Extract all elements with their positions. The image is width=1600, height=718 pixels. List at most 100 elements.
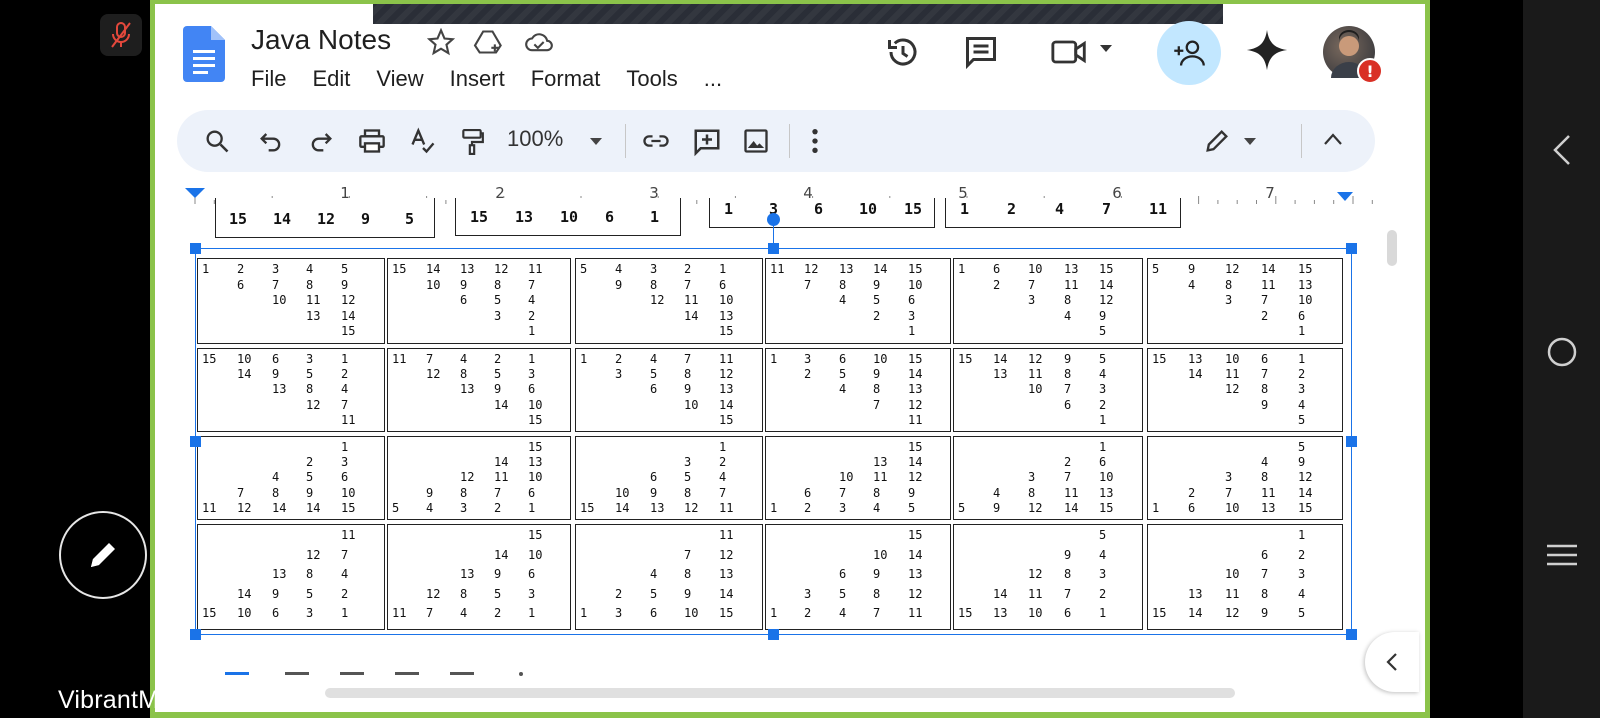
resize-handle-left[interactable] (190, 436, 201, 447)
cell-number: 15 (1099, 262, 1114, 276)
resize-handle-top-right[interactable] (1346, 243, 1357, 254)
menu-insert[interactable]: Insert (450, 66, 505, 92)
editing-mode-pencil-icon[interactable] (1203, 127, 1231, 155)
recents-button[interactable] (1523, 543, 1600, 567)
number-triangle-cell: 5 4 3 2 1 9 8 7 6 12 11 10 14 13 15 (575, 258, 763, 344)
cell-number: 11 (392, 352, 407, 366)
cell-number: 2 (804, 501, 812, 515)
cell-number: 7 (1064, 470, 1072, 484)
menu-format[interactable]: Format (531, 66, 601, 92)
top-fragment-cell: 15 14 12 9 5 (215, 198, 435, 238)
cell-number: 2 (1099, 398, 1107, 412)
cell-number: 4 (650, 352, 658, 366)
cell-number: 8 (1261, 470, 1269, 484)
resize-handle-top-left[interactable] (190, 243, 201, 254)
cell-number: 7 (1102, 200, 1112, 218)
resize-handle-bottom-left[interactable] (190, 629, 201, 640)
cell-number: 6 (460, 293, 468, 307)
cell-number: 9 (908, 486, 916, 500)
menu-lines-icon (1546, 544, 1577, 566)
menu-tools[interactable]: Tools (626, 66, 677, 92)
cell-number: 11 (392, 606, 407, 620)
cell-number: 11 (719, 528, 734, 542)
comments-icon[interactable] (963, 34, 999, 70)
back-button[interactable] (1523, 134, 1600, 166)
cell-number: 8 (306, 382, 314, 396)
rotate-handle[interactable] (767, 213, 780, 226)
cell-number: 1 (1099, 606, 1107, 620)
insert-link-icon[interactable] (641, 127, 671, 155)
user-avatar[interactable]: ! (1323, 26, 1383, 84)
star-icon[interactable] (427, 28, 455, 56)
cell-number: 6 (650, 470, 658, 484)
cell-number: 1 (770, 501, 778, 515)
resize-handle-bottom-right[interactable] (1346, 629, 1357, 640)
back-chevron-icon (1552, 135, 1570, 165)
chevron-down-icon[interactable] (1099, 44, 1113, 54)
number-triangle-cell: 15 13 14 10 11 12 6 7 8 9 1 2 3 4 5 (765, 436, 951, 520)
gemini-sparkle-icon[interactable] (1245, 28, 1289, 72)
cell-number: 4 (341, 567, 349, 581)
document-page[interactable]: 15 14 12 9 5 15 13 10 6 1 1 3 6 10 15 1 2 4 7 11 1234567891… (175, 198, 1395, 712)
cell-number: 15 (229, 210, 248, 228)
cell-number: 15 (1099, 501, 1114, 515)
paint-format-icon[interactable] (459, 127, 485, 157)
cell-number: 2 (615, 352, 623, 366)
cell-number: 7 (494, 486, 502, 500)
more-options-icon[interactable] (809, 127, 821, 155)
docs-logo-icon (183, 26, 225, 82)
horizontal-scrollbar[interactable] (325, 688, 1235, 698)
cell-number: 1 (719, 440, 727, 454)
cell-number: 4 (839, 293, 847, 307)
collapse-menus-chevron-up-icon[interactable] (1323, 132, 1343, 146)
cell-number: 4 (1099, 548, 1107, 562)
cell-number: 10 (528, 548, 543, 562)
add-comment-icon[interactable] (692, 127, 722, 157)
alert-badge-icon: ! (1357, 58, 1383, 84)
insert-image-icon[interactable] (742, 127, 770, 155)
menu-view[interactable]: View (376, 66, 423, 92)
cloud-saved-icon[interactable] (523, 28, 555, 56)
resize-handle-right[interactable] (1346, 436, 1357, 447)
cell-number: 2 (494, 606, 502, 620)
zoom-select[interactable]: 100% (507, 126, 563, 152)
cell-number: 9 (494, 567, 502, 581)
document-title[interactable]: Java Notes (251, 24, 391, 56)
cell-number: 8 (460, 486, 468, 500)
share-button[interactable] (1157, 21, 1221, 85)
spellcheck-icon[interactable] (409, 127, 437, 155)
zoom-dropdown-icon[interactable] (589, 137, 603, 146)
editing-mode-dropdown-icon[interactable] (1243, 137, 1257, 146)
menu-file[interactable]: File (251, 66, 286, 92)
cell-number: 8 (494, 278, 502, 292)
cell-number: 9 (1064, 548, 1072, 562)
resize-handle-bottom[interactable] (768, 629, 779, 640)
menu-edit[interactable]: Edit (312, 66, 350, 92)
print-icon[interactable] (357, 127, 387, 155)
left-indent-marker-icon (185, 188, 205, 198)
move-to-drive-icon[interactable] (473, 28, 505, 56)
resize-handle-top[interactable] (768, 243, 779, 254)
undo-icon[interactable] (257, 127, 285, 155)
mic-muted-button[interactable] (100, 14, 142, 56)
cell-number: 13 (515, 208, 534, 226)
home-button[interactable] (1523, 336, 1600, 368)
version-history-icon[interactable] (885, 34, 921, 70)
search-menus-icon[interactable] (203, 127, 231, 155)
screen: Java Notes File Edit View Insert Format … (0, 0, 1600, 718)
cell-number: 8 (1028, 486, 1036, 500)
vertical-scrollbar[interactable] (1387, 230, 1397, 266)
annotate-pen-button[interactable] (59, 511, 147, 599)
cell-number: 4 (426, 501, 434, 515)
redo-icon[interactable] (307, 127, 335, 155)
cell-number: 11 (1064, 486, 1079, 500)
cell-number: 4 (719, 470, 727, 484)
menu-more[interactable]: ... (704, 66, 722, 92)
cell-number: 15 (528, 528, 543, 542)
side-panel-toggle[interactable] (1365, 632, 1419, 692)
meet-camera-icon[interactable] (1050, 34, 1090, 70)
cell-number: 3 (494, 309, 502, 323)
cell-number: 6 (237, 278, 245, 292)
cell-number: 11 (494, 470, 509, 484)
cell-number: 12 (1225, 262, 1240, 276)
